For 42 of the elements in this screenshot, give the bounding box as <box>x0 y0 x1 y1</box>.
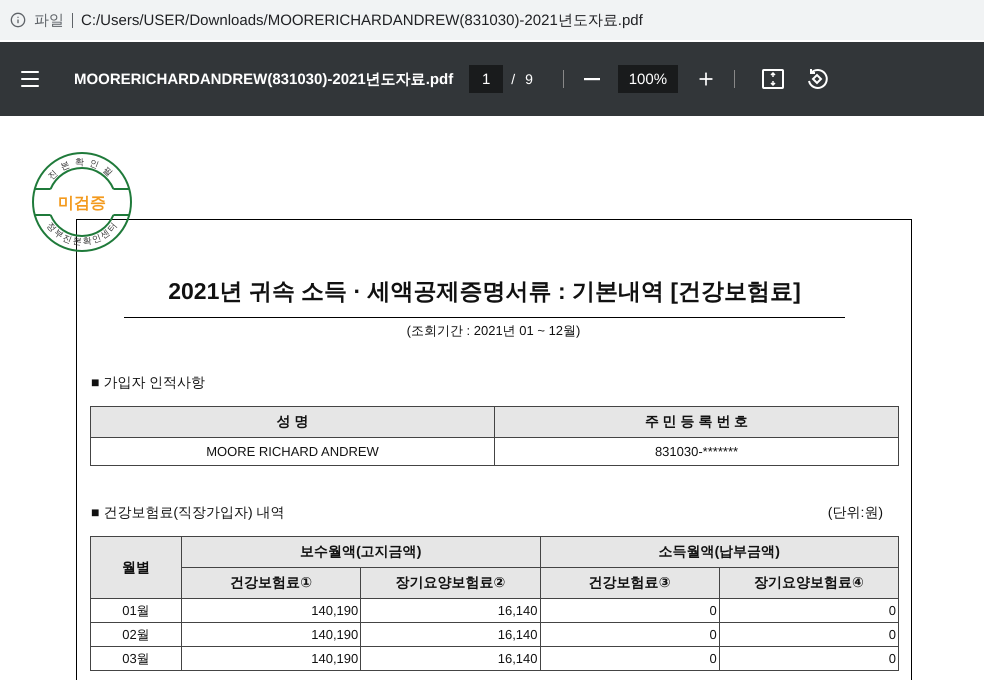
table-cell: 0 <box>540 598 720 622</box>
table-header: 월별 <box>90 536 182 598</box>
document-title: MOORERICHARDANDREW(831030)-2021년도자료.pdf <box>74 70 454 88</box>
zoom-field[interactable]: 100% <box>618 65 678 93</box>
page-number-field[interactable]: 1 <box>469 65 504 93</box>
report-title: 2021년 귀속 소득 · 세액공제증명서류 : 기본내역 [건강보험료] <box>124 276 845 318</box>
unit-label: (단위:원) <box>828 504 883 522</box>
table-cell: 16,140 <box>360 598 540 622</box>
table-header: 건강보험료① <box>182 568 361 598</box>
table-cell: 140,190 <box>182 646 361 670</box>
minus-icon <box>584 78 600 80</box>
url-text[interactable]: C:/Users/USER/Downloads/MOORERICHARDANDREW(831030)-2021년도자료.pdf <box>81 10 643 30</box>
table-cell: 16,140 <box>360 646 540 670</box>
table-header: 장기요양보험료② <box>360 568 540 598</box>
table-header: 보수월액(고지금액) <box>182 536 540 568</box>
info-icon[interactable] <box>10 12 26 28</box>
table-cell: 0 <box>719 646 898 670</box>
table-header: 성 명 <box>90 406 494 438</box>
section-heading: ■ 가입자 인적사항 <box>91 374 206 392</box>
table-cell: 0 <box>719 622 898 646</box>
table-cell: 0 <box>540 646 720 670</box>
table-cell: 03월 <box>90 646 182 670</box>
table-cell: 140,190 <box>182 598 361 622</box>
table-cell: 140,190 <box>182 622 361 646</box>
table-cell: 0 <box>719 598 898 622</box>
zoom-out-button[interactable] <box>584 78 600 80</box>
page-separator: / <box>511 71 516 87</box>
scheme-label: 파일 <box>34 10 64 30</box>
table-header: 장기요양보험료④ <box>719 568 898 598</box>
period-text: (조회기간 : 2021년 01 ~ 12월) <box>406 322 582 340</box>
table-cell: 16,140 <box>360 622 540 646</box>
table-header: 건강보험료③ <box>540 568 720 598</box>
table-cell: 0 <box>540 622 720 646</box>
table-cell: 01월 <box>90 598 182 622</box>
table-header: 주 민 등 록 번 호 <box>494 406 898 438</box>
table-cell: 831030-******* <box>494 438 898 466</box>
table-header: 소득월액(납부금액) <box>540 536 898 568</box>
section-heading: ■ 건강보험료(직장가입자) 내역 <box>91 504 285 522</box>
fit-page-button[interactable] <box>760 67 785 91</box>
table-cell: 02월 <box>90 622 182 646</box>
table-cell: MOORE RICHARD ANDREW <box>90 438 494 466</box>
page-total: 9 <box>525 71 533 87</box>
